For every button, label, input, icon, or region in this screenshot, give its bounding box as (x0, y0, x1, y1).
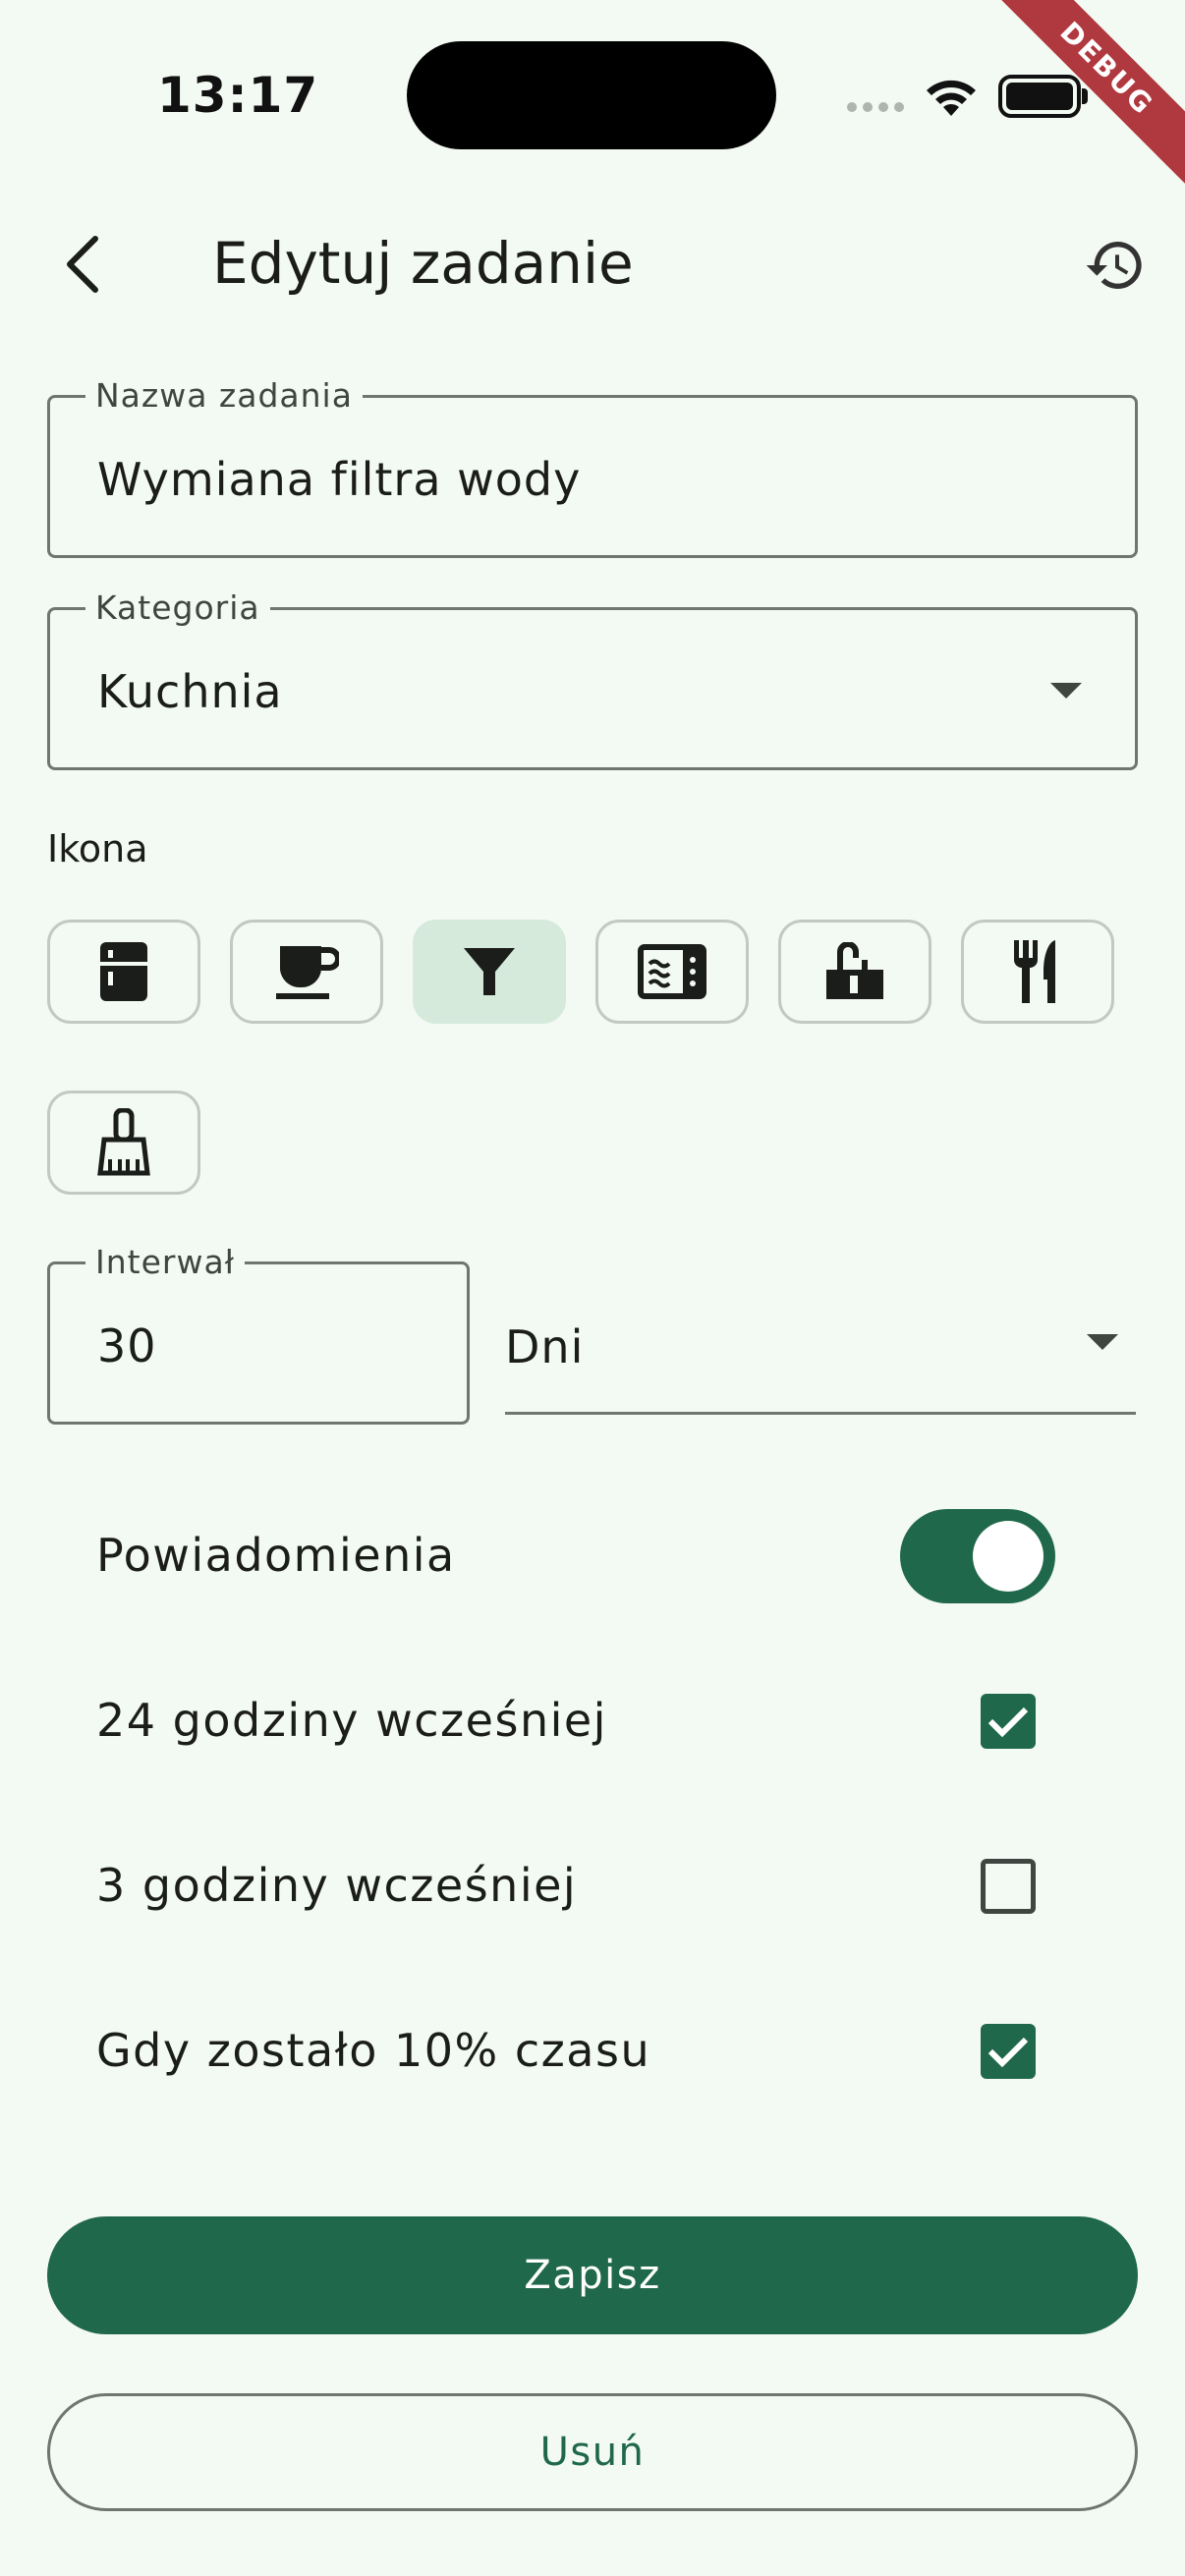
check-icon (988, 1707, 1029, 1738)
interval-field[interactable]: Interwał 30 (47, 1243, 470, 1425)
history-icon (1086, 242, 1142, 289)
chevron-down-icon (1087, 1334, 1118, 1350)
notifications-toggle[interactable] (900, 1509, 1055, 1603)
history-button[interactable] (1071, 224, 1159, 307)
category-value: Kuchnia (97, 665, 283, 718)
option-3h-checkbox[interactable] (981, 1859, 1036, 1914)
delete-button[interactable]: Usuń (47, 2393, 1138, 2511)
page-title: Edytuj zadanie (212, 230, 634, 297)
icon-section-label: Ikona (47, 827, 148, 870)
microwave-icon (638, 944, 706, 999)
option-3h-label: 3 godziny wcześniej (96, 1859, 578, 1912)
icon-option-microwave[interactable] (595, 920, 749, 1024)
save-button[interactable]: Zapisz (47, 2216, 1138, 2334)
chevron-down-icon (1050, 683, 1082, 699)
category-dropdown[interactable]: Kategoria Kuchnia (47, 588, 1138, 770)
fridge-icon (100, 942, 147, 1001)
wifi-icon (927, 80, 976, 116)
option-10pct-checkbox[interactable] (981, 2024, 1036, 2079)
battery-icon (998, 75, 1081, 118)
icon-option-restaurant[interactable] (961, 920, 1114, 1024)
status-time: 13:17 (157, 67, 319, 124)
notifications-label: Powiadomienia (96, 1529, 456, 1582)
arrow-back-icon (67, 236, 98, 293)
icon-option-sink[interactable] (778, 920, 931, 1024)
restaurant-cutlery-icon (1014, 940, 1055, 1003)
check-icon (988, 2037, 1029, 2068)
task-name-field[interactable]: Nazwa zadania Wymiana filtra wody (47, 376, 1138, 558)
option-24h-label: 24 godziny wcześniej (96, 1694, 607, 1747)
back-button[interactable] (47, 220, 116, 308)
cleaning-brush-icon (97, 1108, 150, 1176)
icon-option-fridge[interactable] (47, 920, 200, 1024)
battery-tip (1082, 88, 1088, 104)
interval-label: Interwał (85, 1243, 246, 1281)
filter-icon (464, 948, 515, 995)
task-name-value: Wymiana filtra wody (97, 453, 582, 506)
category-label: Kategoria (85, 588, 270, 627)
cellular-signal-icon (847, 102, 904, 112)
icon-option-filter[interactable] (413, 920, 566, 1024)
interval-unit-dropdown[interactable]: Dni (505, 1261, 1136, 1415)
kitchen-sink-icon (826, 942, 883, 999)
coffee-cup-icon (276, 946, 339, 999)
dynamic-island (407, 41, 776, 149)
option-10pct-label: Gdy zostało 10% czasu (96, 2024, 651, 2077)
option-24h-checkbox[interactable] (981, 1694, 1036, 1749)
interval-value: 30 (97, 1319, 157, 1372)
icon-option-coffee[interactable] (230, 920, 383, 1024)
icon-option-brush[interactable] (47, 1091, 200, 1195)
task-name-label: Nazwa zadania (85, 376, 363, 415)
interval-unit-value: Dni (505, 1320, 585, 1373)
